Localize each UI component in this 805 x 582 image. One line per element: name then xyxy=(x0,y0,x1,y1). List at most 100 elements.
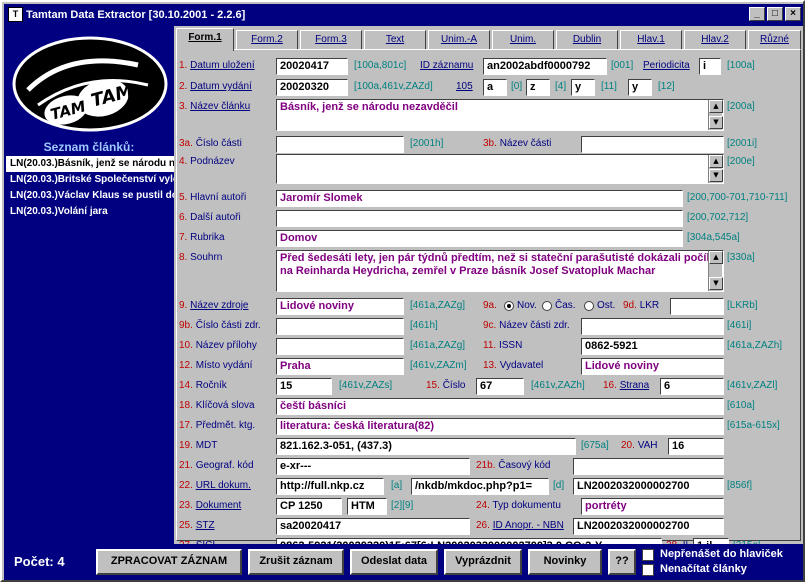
tab-hlav1[interactable]: Hlav.1 xyxy=(620,30,682,50)
list-item[interactable]: LN(20.03.)Volání jara xyxy=(6,204,174,220)
zpracovat-zaznam-button[interactable]: ZPRACOVAT ZÁZNAM xyxy=(96,549,242,575)
code: [461v,ZAZl] xyxy=(727,380,778,391)
stz-field[interactable]: sa20020417 xyxy=(276,518,470,535)
code: [461v,ZAZm] xyxy=(410,360,467,371)
podnazev-field[interactable] xyxy=(276,154,724,184)
datum-vydani-field[interactable]: 20020320 xyxy=(276,79,348,96)
cislo-field[interactable]: 67 xyxy=(476,378,524,395)
label-datum-vydani: 2. Datum vydání xyxy=(179,81,252,92)
zrusit-zaznam-button[interactable]: Zrušit záznam xyxy=(248,549,344,575)
nazev-scrollbar[interactable]: ▲ ▼ xyxy=(708,100,723,130)
code: [200a] xyxy=(727,101,755,112)
nazev-casti-field[interactable] xyxy=(581,136,724,153)
field-105-a[interactable]: a xyxy=(483,79,507,96)
radio-noviny-label: Nov. xyxy=(517,300,537,311)
odeslat-data-button[interactable]: Odeslat data xyxy=(350,549,438,575)
label-url-dokum: 22. URL dokum. xyxy=(179,480,251,491)
datum-ulozeni-field[interactable]: 20020417 xyxy=(276,58,348,75)
list-item[interactable]: LN(20.03.)Václav Klaus se pustil do xyxy=(6,188,174,204)
label-lkr: 9d. LKR xyxy=(623,300,660,311)
periodicita-field[interactable]: i xyxy=(699,58,721,75)
souhrn-scrollbar[interactable]: ▲ ▼ xyxy=(708,251,723,291)
cislo-casti-field[interactable] xyxy=(276,136,404,153)
tab-text[interactable]: Text xyxy=(364,30,426,50)
code: [2001h] xyxy=(410,138,444,149)
mdt-field[interactable]: 821.162.3-051, (437.3) xyxy=(276,438,576,455)
code: [304a,545a] xyxy=(687,232,740,243)
url-path-field[interactable]: /nkdb/mkdoc.php?p1= xyxy=(411,478,549,495)
close-button[interactable]: × xyxy=(785,7,801,21)
nazev-clanku-field[interactable]: Básník, jenž se národu nezavděčil xyxy=(276,99,724,131)
dalsi-autori-field[interactable] xyxy=(276,210,683,227)
code: [2][9] xyxy=(391,500,414,511)
radio-casopis[interactable] xyxy=(542,301,552,311)
klicova-slova-field[interactable]: čeští básníci xyxy=(276,398,724,415)
predmet-ktg-field[interactable]: literatura: česká literatura(82) xyxy=(276,418,724,435)
geograf-kod-field[interactable]: e-xr--- xyxy=(276,458,470,475)
radio-ostatni[interactable] xyxy=(584,301,594,311)
tab-form1[interactable]: Form.1 xyxy=(176,28,234,51)
tab-unim[interactable]: Unim. xyxy=(492,30,554,50)
app-icon[interactable]: T xyxy=(8,7,23,22)
tab-ruzne[interactable]: Různé xyxy=(748,30,801,50)
vydavatel-field[interactable]: Lidové noviny xyxy=(581,358,724,375)
hlavni-autori-field[interactable]: Jaromír Slomek xyxy=(276,190,683,207)
podnazev-scrollbar[interactable]: ▲ ▼ xyxy=(708,155,723,183)
sidebar: TAM TAM Seznam článků: LN(20.03.)Básník,… xyxy=(4,26,174,544)
dokument-format-field[interactable]: HTM xyxy=(347,498,387,515)
code: [100a] xyxy=(727,60,755,71)
dokument-kodovani-field[interactable]: CP 1250 xyxy=(276,498,342,515)
nazev-casti-zdr-field[interactable] xyxy=(581,318,724,335)
code: [461i] xyxy=(727,320,752,331)
help-button[interactable]: ?? xyxy=(608,549,636,575)
lkr-field[interactable] xyxy=(670,298,724,315)
url-id-field[interactable]: LN2002032000002700 xyxy=(573,478,724,495)
field-105-z[interactable]: z xyxy=(526,79,550,96)
novinky-button[interactable]: Novinky xyxy=(528,549,602,575)
nenacitat-checkbox[interactable] xyxy=(642,564,654,576)
nazev-prilohy-field[interactable] xyxy=(276,338,404,355)
article-list[interactable]: LN(20.03.)Básník, jenž se národu ne LN(2… xyxy=(6,156,174,542)
radio-noviny[interactable] xyxy=(504,301,514,311)
neprenaset-checkbox[interactable] xyxy=(642,549,654,561)
rubrika-field[interactable]: Domov xyxy=(276,230,683,247)
field-105-y2[interactable]: y xyxy=(628,79,652,96)
list-item[interactable]: LN(20.03.)Britské Společenství vylo xyxy=(6,172,174,188)
vah-field[interactable]: 16 xyxy=(668,438,724,455)
issn-field[interactable]: 0862-5921 xyxy=(581,338,724,355)
nenacitat-label: Nenačítat články xyxy=(660,563,747,575)
tab-dublin[interactable]: Dublin xyxy=(556,30,618,50)
tab-hlav2[interactable]: Hlav.2 xyxy=(684,30,746,50)
code: [461a,ZAZg] xyxy=(410,340,466,351)
list-item[interactable]: LN(20.03.)Básník, jenž se národu ne xyxy=(6,156,174,172)
tab-form2[interactable]: Form.2 xyxy=(236,30,298,50)
cislo-casti-zdr-field[interactable] xyxy=(276,318,404,335)
tab-form3[interactable]: Form.3 xyxy=(300,30,362,50)
nazev-zdroje-field[interactable]: Lidové noviny xyxy=(276,298,404,315)
tab-unim-a[interactable]: Unim.-A xyxy=(428,30,490,50)
label-stz: 25. STZ xyxy=(179,520,215,531)
tamtam-logo: TAM TAM xyxy=(8,30,172,136)
minimize-button[interactable]: _ xyxy=(749,7,765,21)
casovy-kod-field[interactable] xyxy=(573,458,724,475)
id-anopr-field[interactable]: LN2002032000002700 xyxy=(573,518,724,535)
url-host-field[interactable]: http://full.nkp.cz xyxy=(276,478,384,495)
typ-dokumentu-field[interactable]: portréty xyxy=(581,498,724,515)
id-zaznamu-field[interactable]: an2002abdf0000792 xyxy=(483,58,607,75)
strana-field[interactable]: 6 xyxy=(660,378,724,395)
label-issn: 11. ISSN xyxy=(483,340,523,351)
field-105-y[interactable]: y xyxy=(571,79,595,96)
label-hlavni-autori: 5. Hlavní autoři xyxy=(179,192,247,203)
souhrn-field[interactable]: Před šedesáti lety, jen pár týdnů předtí… xyxy=(276,250,724,292)
vyprazdnit-button[interactable]: Vyprázdnit xyxy=(444,549,522,575)
label-9a: 9a. xyxy=(483,300,497,311)
maximize-button[interactable]: □ xyxy=(767,7,783,21)
label-nazev-zdroje: 9. Název zdroje xyxy=(179,300,249,311)
rocnik-field[interactable]: 15 xyxy=(276,378,332,395)
code: [11] xyxy=(601,81,617,92)
code: [2001i] xyxy=(727,138,758,149)
code: [615a-615x] xyxy=(727,420,780,431)
misto-vydani-field[interactable]: Praha xyxy=(276,358,404,375)
article-list-title: Seznam článků: xyxy=(43,140,135,154)
label-datum-ulozeni: 1. Datum uložení xyxy=(179,60,255,71)
